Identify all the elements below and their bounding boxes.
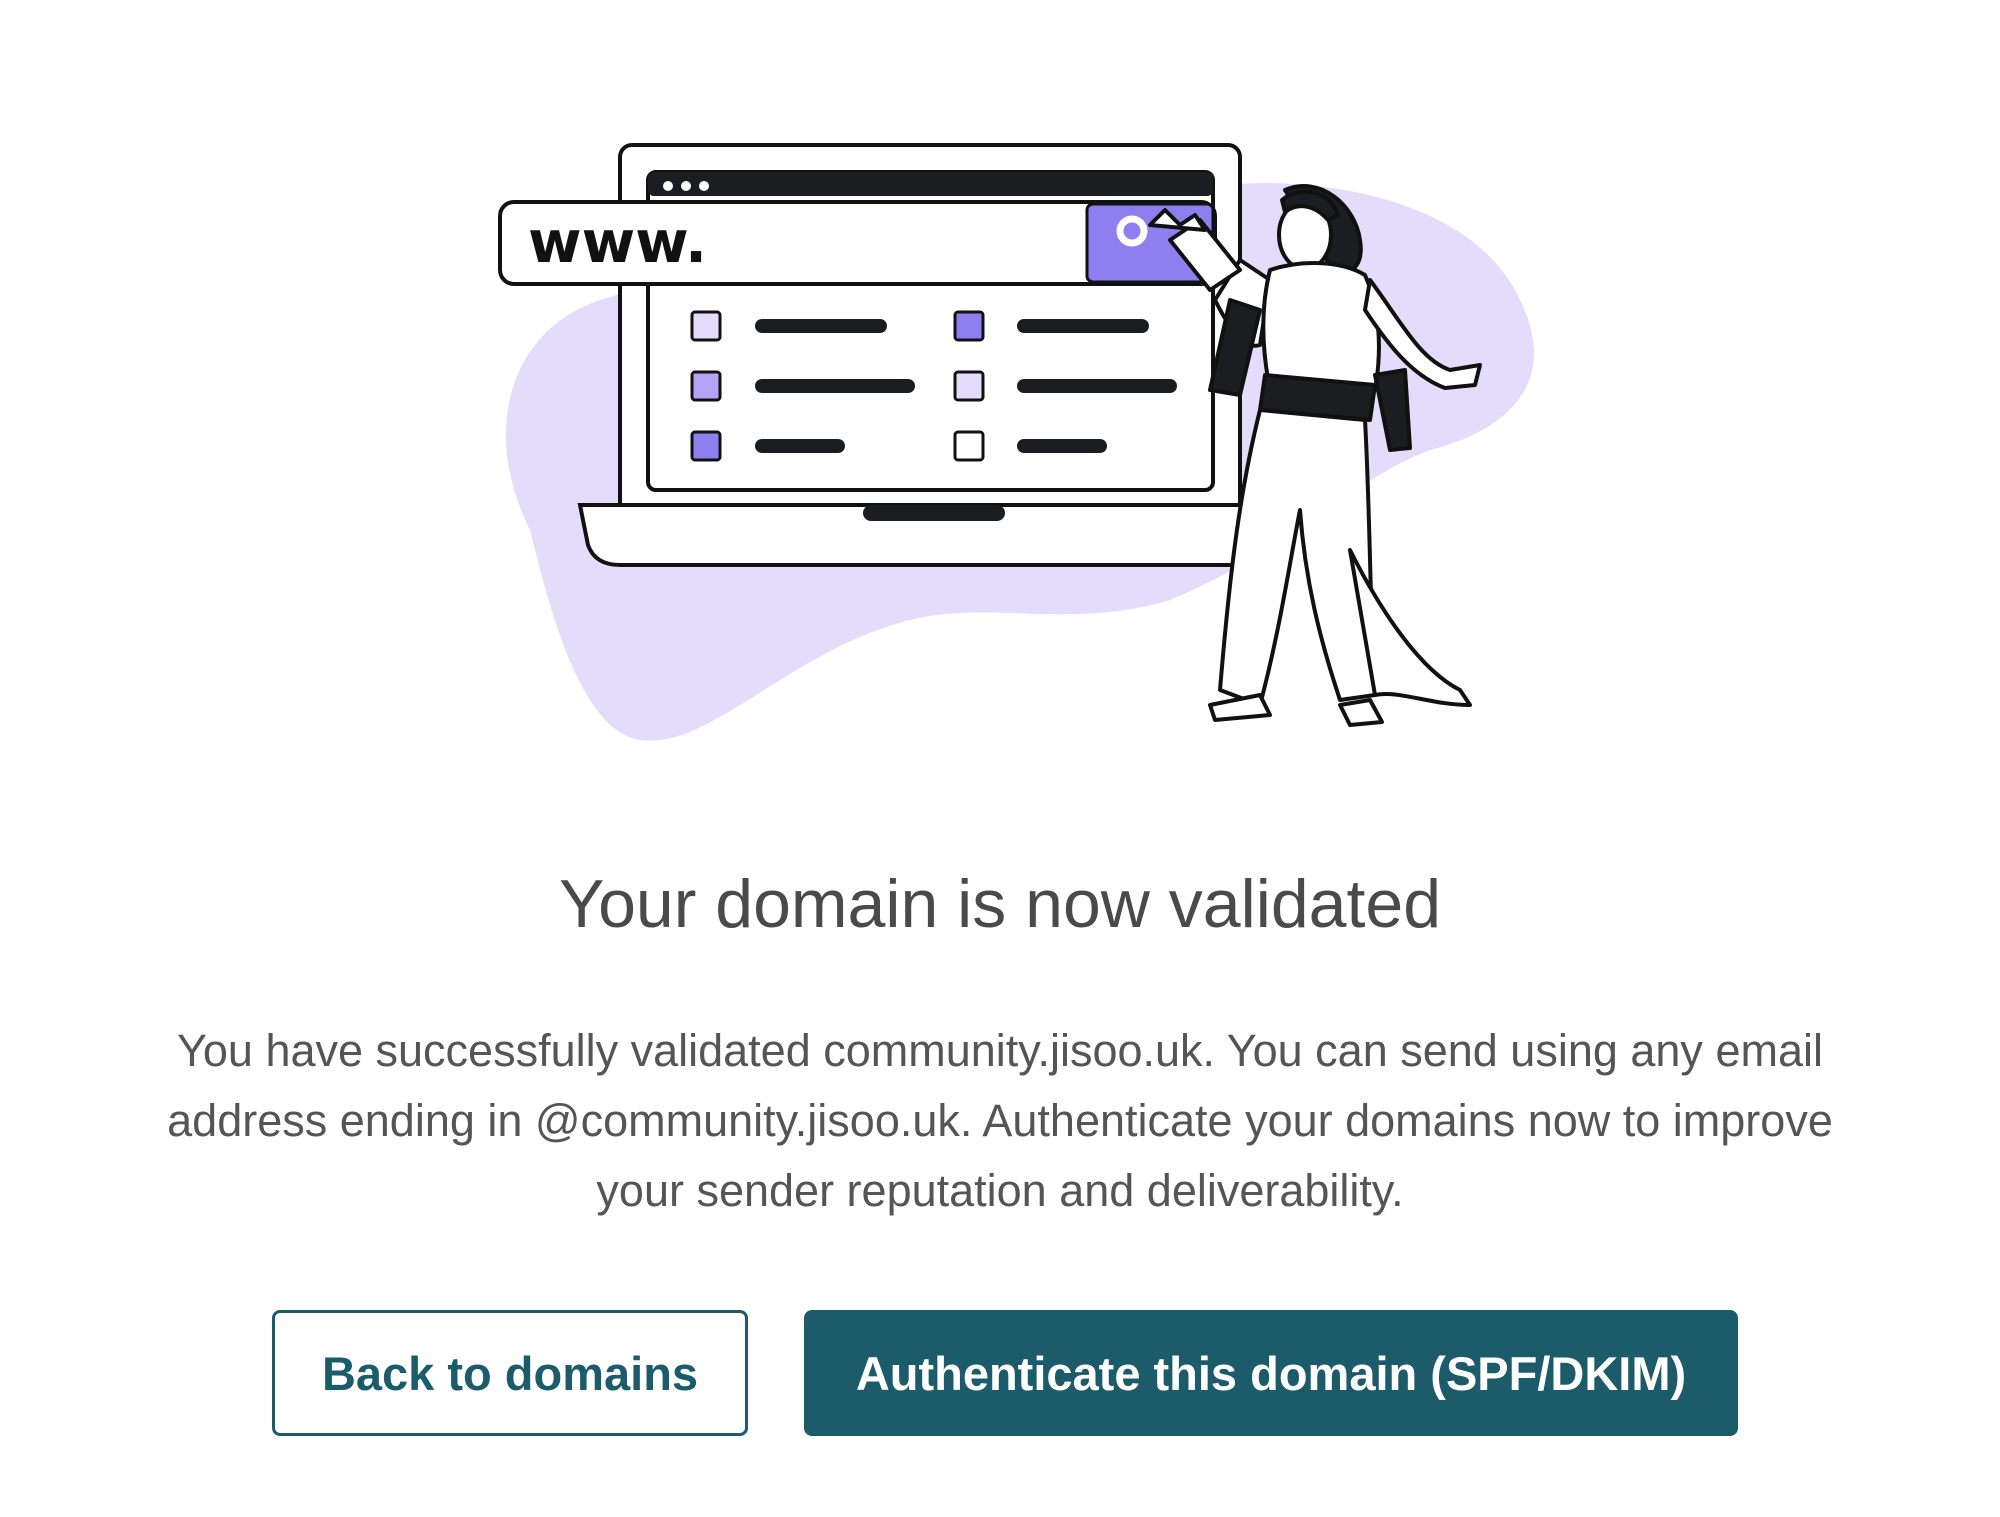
success-description: You have successfully validated communit…: [167, 1025, 1833, 1216]
browser-header: [648, 172, 1213, 196]
checkbox-icon: [953, 370, 985, 402]
checkbox-icon: [690, 310, 722, 342]
back-to-domains-button[interactable]: Back to domains: [272, 1310, 748, 1436]
authenticate-domain-button[interactable]: Authenticate this domain (SPF/DKIM): [804, 1310, 1738, 1436]
checkbox-icon: [690, 370, 722, 402]
checkbox-icon: [953, 310, 985, 342]
checkbox-icon: [690, 430, 722, 462]
checkbox-icon: [953, 430, 985, 462]
url-bar-text: www.: [528, 208, 707, 276]
domain-validated-illustration: www.: [498, 143, 1535, 741]
page-title: Your domain is now validated: [558, 866, 1442, 942]
